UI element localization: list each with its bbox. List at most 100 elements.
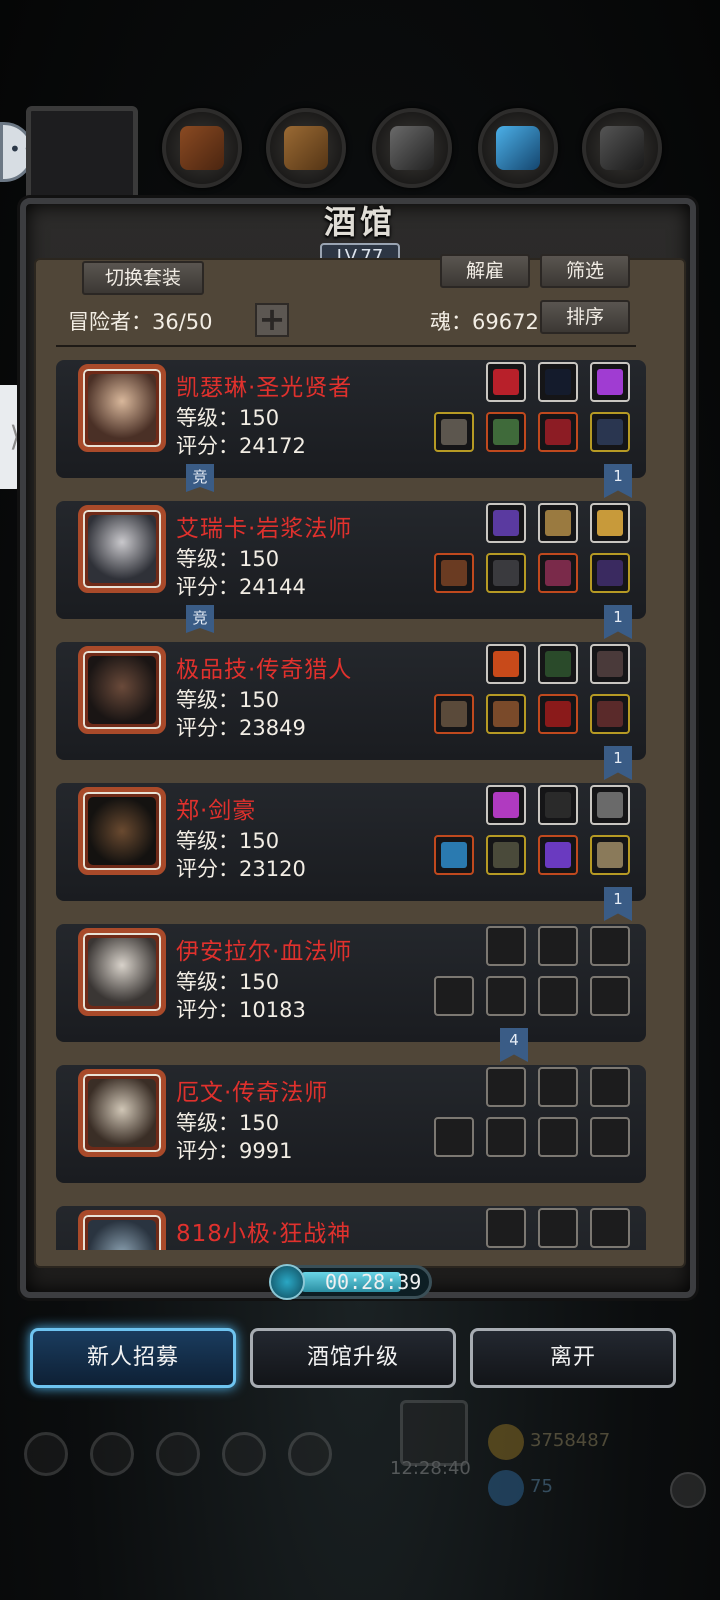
hero-card[interactable]: 凯瑟琳·圣光贤者 等级：150 评分：24172 <box>56 360 646 478</box>
gear-slot-icon[interactable] <box>486 835 526 875</box>
hero-list[interactable]: 凯瑟琳·圣光贤者 等级：150 评分：24172 竞 1 艾瑞卡·岩浆法师 等级… <box>56 360 646 1250</box>
mail-icon[interactable] <box>222 1432 266 1476</box>
gem-icon <box>488 1470 524 1506</box>
empty-gear-slot-icon[interactable] <box>486 1208 526 1248</box>
gear-slot-icon[interactable] <box>434 694 474 734</box>
hud-clock: 12:28:40 <box>390 1458 471 1479</box>
sort-button[interactable]: 排序 <box>540 300 630 334</box>
top-item-wood-icon[interactable] <box>266 108 346 188</box>
gear-slot-icon[interactable] <box>538 694 578 734</box>
gear-slot-icon[interactable] <box>590 553 630 593</box>
timer-clock-icon <box>269 1264 305 1300</box>
empty-gear-slot-icon[interactable] <box>434 1117 474 1157</box>
gear-slot-icon[interactable] <box>538 553 578 593</box>
gear-slot-icon[interactable] <box>538 412 578 452</box>
hero-level: 等级：150 <box>176 829 280 853</box>
hero-portrait <box>78 505 166 593</box>
recruit-button[interactable]: 新人招募 <box>30 1328 236 1388</box>
hero-portrait <box>78 928 166 1016</box>
tavern-upgrade-button[interactable]: 酒馆升级 <box>250 1328 456 1388</box>
hero-card[interactable]: 极品技·传奇猎人 等级：150 评分：23849 <box>56 642 646 760</box>
empty-gear-slot-icon[interactable] <box>538 1208 578 1248</box>
empty-gear-slot-icon[interactable] <box>590 976 630 1016</box>
empty-gear-slot-icon[interactable] <box>486 926 526 966</box>
empty-gear-slot-icon[interactable] <box>590 926 630 966</box>
gear-slot-icon[interactable] <box>590 362 630 402</box>
hero-portrait <box>78 1210 166 1250</box>
top-item-ingot-icon[interactable] <box>372 108 452 188</box>
hero-portrait <box>78 364 166 452</box>
adventurer-count: 冒险者：36/50 <box>68 310 213 334</box>
empty-gear-slot-icon[interactable] <box>538 1067 578 1107</box>
empty-gear-slot-icon[interactable] <box>486 1117 526 1157</box>
top-item-anvil-icon[interactable] <box>582 108 662 188</box>
hero-card[interactable]: 818小极·狂战神 <box>56 1206 646 1250</box>
hero-score: 评分：9991 <box>176 1139 293 1163</box>
dismiss-button[interactable]: 解雇 <box>440 254 530 288</box>
gear-slot-icon[interactable] <box>486 362 526 402</box>
gear-slot-icon[interactable] <box>486 503 526 543</box>
gift-box-icon[interactable] <box>400 1400 468 1466</box>
gear-slot-icon[interactable] <box>486 785 526 825</box>
gear-slot-icon[interactable] <box>590 644 630 684</box>
empty-gear-slot-icon[interactable] <box>590 1067 630 1107</box>
switch-outfit-button[interactable]: 切换套装 <box>82 261 204 295</box>
gear-slot-icon[interactable] <box>434 412 474 452</box>
empty-gear-slot-icon[interactable] <box>538 926 578 966</box>
gear-slot-icon[interactable] <box>590 785 630 825</box>
gear-slot-icon[interactable] <box>486 553 526 593</box>
hero-name: 艾瑞卡·岩浆法师 <box>176 516 353 542</box>
gear-slot-icon[interactable] <box>590 412 630 452</box>
gear-slot-icon[interactable] <box>538 362 578 402</box>
empty-gear-slot-icon[interactable] <box>590 1117 630 1157</box>
hero-level: 等级：150 <box>176 547 280 571</box>
compass-icon[interactable] <box>288 1432 332 1476</box>
hero-score: 评分：24172 <box>176 434 306 458</box>
achievement-icon[interactable] <box>90 1432 134 1476</box>
add-circle-icon[interactable] <box>670 1472 706 1508</box>
gear-slot-icon[interactable] <box>434 835 474 875</box>
gear-slot-icon[interactable] <box>486 412 526 452</box>
hero-score: 评分：24144 <box>176 575 306 599</box>
gear-slot-icon[interactable] <box>590 694 630 734</box>
gear-slot-icon[interactable] <box>486 694 526 734</box>
gear-slot-icon[interactable] <box>434 553 474 593</box>
empty-gear-slot-icon[interactable] <box>486 1067 526 1107</box>
soul-count: 魂：69672 <box>430 310 539 334</box>
gear-slot-icon[interactable] <box>486 644 526 684</box>
empty-gear-slot-icon[interactable] <box>538 976 578 1016</box>
gear-slot-icon[interactable] <box>590 503 630 543</box>
hero-card[interactable]: 厄文·传奇法师 等级：150 评分：9991 <box>56 1065 646 1183</box>
player-avatar[interactable] <box>26 106 138 202</box>
hero-portrait <box>78 1069 166 1157</box>
gear-slot-icon[interactable] <box>538 835 578 875</box>
expand-capacity-button[interactable]: + <box>255 303 289 337</box>
hero-name: 凯瑟琳·圣光贤者 <box>176 375 353 401</box>
rank-ribbon: 1 <box>604 746 632 780</box>
rank-ribbon: 1 <box>604 464 632 498</box>
hero-score: 评分：10183 <box>176 998 306 1022</box>
hero-level: 等级：150 <box>176 970 280 994</box>
hero-name: 818小极·狂战神 <box>176 1221 352 1247</box>
gear-slot-icon[interactable] <box>538 503 578 543</box>
hero-card[interactable]: 郑·剑豪 等级：150 评分：23120 <box>56 783 646 901</box>
arena-tag: 竞 <box>186 605 214 633</box>
timer-text: 00:28:39 <box>325 1270 422 1294</box>
settings-icon[interactable] <box>24 1432 68 1476</box>
filter-button[interactable]: 筛选 <box>540 254 630 288</box>
leave-button[interactable]: 离开 <box>470 1328 676 1388</box>
empty-gear-slot-icon[interactable] <box>590 1208 630 1248</box>
hero-card[interactable]: 伊安拉尔·血法师 等级：150 评分：10183 <box>56 924 646 1042</box>
gear-slot-icon[interactable] <box>590 835 630 875</box>
hero-name: 极品技·传奇猎人 <box>176 657 353 683</box>
top-item-armor-icon[interactable] <box>162 108 242 188</box>
gear-slot-icon[interactable] <box>538 785 578 825</box>
top-item-crystal-icon[interactable] <box>478 108 558 188</box>
empty-gear-slot-icon[interactable] <box>538 1117 578 1157</box>
empty-gear-slot-icon[interactable] <box>434 976 474 1016</box>
journal-icon[interactable] <box>156 1432 200 1476</box>
gear-slot-icon[interactable] <box>538 644 578 684</box>
rank-ribbon: 4 <box>500 1028 528 1062</box>
empty-gear-slot-icon[interactable] <box>486 976 526 1016</box>
hero-card[interactable]: 艾瑞卡·岩浆法师 等级：150 评分：24144 <box>56 501 646 619</box>
